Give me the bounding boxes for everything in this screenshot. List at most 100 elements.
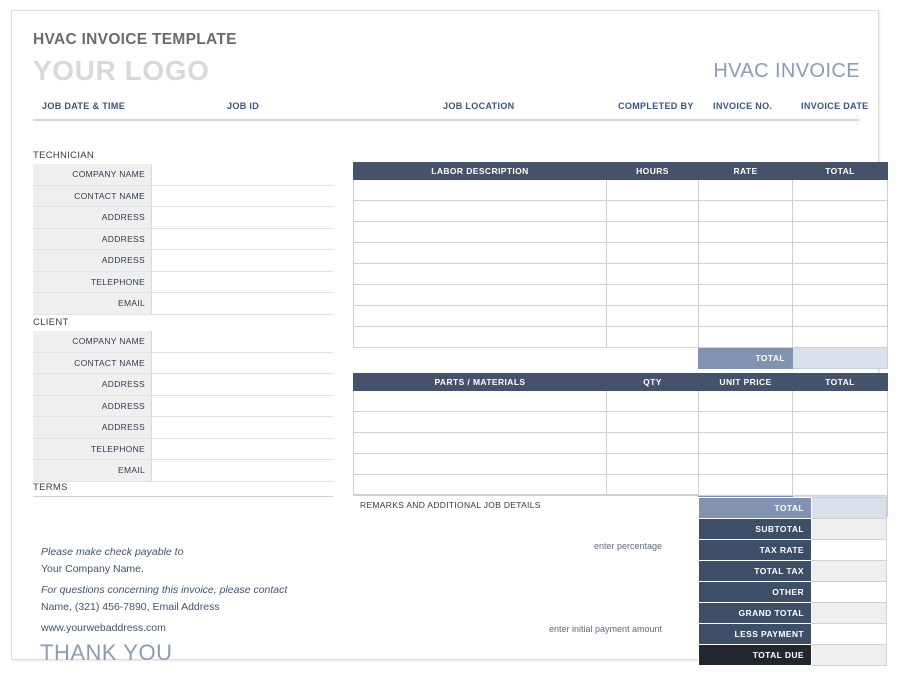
client-value-4[interactable] bbox=[152, 417, 334, 439]
parts_table-cell-r2-c2[interactable] bbox=[699, 433, 793, 454]
table-header-row: PARTS / MATERIALSQTYUNIT PRICETOTAL bbox=[354, 374, 888, 391]
labor-table[interactable]: LABOR DESCRIPTIONHOURSRATETOTALTOTAL bbox=[353, 162, 888, 369]
parts_table-cell-r3-c1[interactable] bbox=[607, 454, 699, 475]
labor_table-cell-r7-c0[interactable] bbox=[354, 327, 607, 348]
labor_table-cell-r6-c2[interactable] bbox=[699, 306, 793, 327]
labor_table-cell-r2-c3[interactable] bbox=[793, 222, 888, 243]
labor_table-cell-r1-c0[interactable] bbox=[354, 201, 607, 222]
technician-value-5[interactable] bbox=[152, 271, 334, 293]
table-row: TELEPHONE bbox=[33, 438, 333, 460]
labor_table-header-1: HOURS bbox=[607, 163, 699, 180]
parts_table-cell-r1-c0[interactable] bbox=[354, 412, 607, 433]
technician-label-0: COMPANY NAME bbox=[33, 164, 152, 185]
labor_table-cell-r2-c0[interactable] bbox=[354, 222, 607, 243]
labor_table-header-3: TOTAL bbox=[793, 163, 888, 180]
client-fields-table[interactable]: COMPANY NAMECONTACT NAMEADDRESSADDRESSAD… bbox=[33, 331, 333, 482]
technician-value-6[interactable] bbox=[152, 293, 334, 315]
parts_table-cell-r2-c3[interactable] bbox=[793, 433, 888, 454]
labor_table-cell-r7-c3[interactable] bbox=[793, 327, 888, 348]
client-value-5[interactable] bbox=[152, 438, 334, 460]
payment-note-4: www.yourwebaddress.com bbox=[41, 622, 166, 634]
parts_table-cell-r2-c0[interactable] bbox=[354, 433, 607, 454]
labor_table-cell-r4-c0[interactable] bbox=[354, 264, 607, 285]
table-row: COMPANY NAME bbox=[33, 331, 333, 352]
parts_table-cell-r3-c0[interactable] bbox=[354, 454, 607, 475]
labor_table-cell-r0-c1[interactable] bbox=[607, 180, 699, 201]
labor_table-total-value[interactable] bbox=[793, 348, 888, 369]
labor_table-cell-r1-c3[interactable] bbox=[793, 201, 888, 222]
technician-value-0[interactable] bbox=[152, 164, 334, 185]
parts_table-cell-r1-c3[interactable] bbox=[793, 412, 888, 433]
parts_table-cell-r0-c0[interactable] bbox=[354, 391, 607, 412]
labor_table-cell-r5-c0[interactable] bbox=[354, 285, 607, 306]
labor_table-cell-r3-c3[interactable] bbox=[793, 243, 888, 264]
client-value-6[interactable] bbox=[152, 460, 334, 482]
payment-note-3: Name, (321) 456-7890, Email Address bbox=[41, 601, 220, 613]
parts_table-cell-r0-c3[interactable] bbox=[793, 391, 888, 412]
table-row: ADDRESS bbox=[33, 417, 333, 439]
labor_table-cell-r5-c2[interactable] bbox=[699, 285, 793, 306]
header-field-5: INVOICE DATE bbox=[801, 101, 869, 111]
labor_table-cell-r6-c0[interactable] bbox=[354, 306, 607, 327]
technician-value-3[interactable] bbox=[152, 228, 334, 250]
technician-value-4[interactable] bbox=[152, 250, 334, 272]
parts_table-cell-r3-c3[interactable] bbox=[793, 454, 888, 475]
labor_table-cell-r1-c1[interactable] bbox=[607, 201, 699, 222]
technician-fields-table[interactable]: COMPANY NAMECONTACT NAMEADDRESSADDRESSAD… bbox=[33, 164, 333, 315]
labor_table-cell-r0-c2[interactable] bbox=[699, 180, 793, 201]
table-row: EMAIL bbox=[33, 460, 333, 482]
labor_table-cell-r4-c1[interactable] bbox=[607, 264, 699, 285]
technician-label-6: EMAIL bbox=[33, 293, 152, 315]
summary-value-3[interactable] bbox=[812, 561, 887, 582]
parts_table-cell-r1-c2[interactable] bbox=[699, 412, 793, 433]
labor_table-cell-r4-c3[interactable] bbox=[793, 264, 888, 285]
summary-value-2[interactable] bbox=[812, 540, 887, 561]
payment-note-2: For questions concerning this invoice, p… bbox=[41, 584, 287, 596]
summary-value-6[interactable] bbox=[812, 624, 887, 645]
parts-table[interactable]: PARTS / MATERIALSQTYUNIT PRICETOTAL TOTAL bbox=[353, 373, 888, 517]
labor_table-cell-r2-c2[interactable] bbox=[699, 222, 793, 243]
summary-label-0: TOTAL bbox=[699, 498, 812, 519]
summary-value-1[interactable] bbox=[812, 519, 887, 540]
summary-table[interactable]: TOTALSUBTOTALTAX RATETOTAL TAXOTHERGRAND… bbox=[698, 497, 887, 666]
parts_table-cell-r1-c1[interactable] bbox=[607, 412, 699, 433]
parts_table-cell-r4-c3[interactable] bbox=[793, 475, 888, 496]
parts_table-cell-r2-c1[interactable] bbox=[607, 433, 699, 454]
technician-value-1[interactable] bbox=[152, 185, 334, 207]
parts_table-cell-r4-c2[interactable] bbox=[699, 475, 793, 496]
labor_table-cell-r7-c1[interactable] bbox=[607, 327, 699, 348]
labor_table-cell-r3-c1[interactable] bbox=[607, 243, 699, 264]
labor_table-cell-r3-c2[interactable] bbox=[699, 243, 793, 264]
parts_table-cell-r4-c1[interactable] bbox=[607, 475, 699, 496]
labor_table-cell-r3-c0[interactable] bbox=[354, 243, 607, 264]
summary-label-4: OTHER bbox=[699, 582, 812, 603]
technician-value-2[interactable] bbox=[152, 207, 334, 229]
labor_table-cell-r0-c3[interactable] bbox=[793, 180, 888, 201]
parts_table-cell-r3-c2[interactable] bbox=[699, 454, 793, 475]
parts_table-cell-r0-c1[interactable] bbox=[607, 391, 699, 412]
summary-value-4[interactable] bbox=[812, 582, 887, 603]
table-row: COMPANY NAME bbox=[33, 164, 333, 185]
labor_table-cell-r5-c3[interactable] bbox=[793, 285, 888, 306]
table-row: EMAIL bbox=[33, 293, 333, 315]
labor_table-cell-r1-c2[interactable] bbox=[699, 201, 793, 222]
summary-value-0[interactable] bbox=[812, 498, 887, 519]
table-row bbox=[354, 327, 888, 348]
parts_table-cell-r0-c2[interactable] bbox=[699, 391, 793, 412]
labor_table-cell-r7-c2[interactable] bbox=[699, 327, 793, 348]
technician-label-2: ADDRESS bbox=[33, 207, 152, 229]
client-value-2[interactable] bbox=[152, 374, 334, 396]
summary-value-7[interactable] bbox=[812, 645, 887, 666]
client-value-0[interactable] bbox=[152, 331, 334, 352]
summary-value-5[interactable] bbox=[812, 603, 887, 624]
client-value-1[interactable] bbox=[152, 352, 334, 374]
client-value-3[interactable] bbox=[152, 395, 334, 417]
labor_table-cell-r5-c1[interactable] bbox=[607, 285, 699, 306]
labor_table-cell-r6-c1[interactable] bbox=[607, 306, 699, 327]
labor_table-cell-r2-c1[interactable] bbox=[607, 222, 699, 243]
labor_table-cell-r0-c0[interactable] bbox=[354, 180, 607, 201]
parts_table-cell-r4-c0[interactable] bbox=[354, 475, 607, 496]
remarks-divider bbox=[353, 494, 698, 495]
labor_table-cell-r4-c2[interactable] bbox=[699, 264, 793, 285]
labor_table-cell-r6-c3[interactable] bbox=[793, 306, 888, 327]
